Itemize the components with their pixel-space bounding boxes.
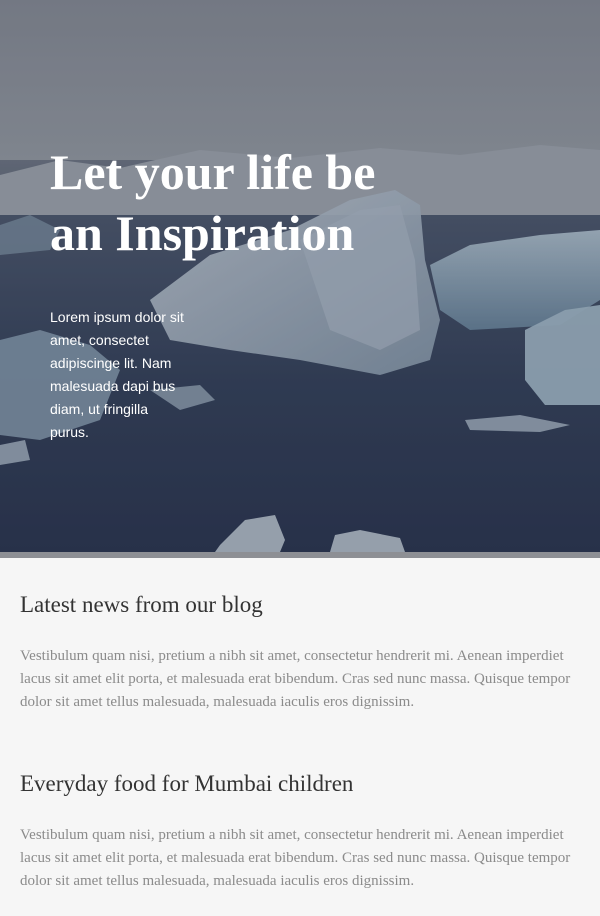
blog-post: Latest news from our blog Vestibulum qua… [20, 590, 580, 714]
hero-title-line2: an Inspiration [50, 205, 355, 261]
blog-post-excerpt: Vestibulum quam nisi, pretium a nibh sit… [20, 827, 571, 889]
blog-post-excerpt: Vestibulum quam nisi, pretium a nibh sit… [20, 648, 571, 710]
hero-description: Lorem ipsum dolor sit amet, consectet ad… [50, 309, 184, 440]
iceberg-background-image [0, 0, 600, 552]
blog-section: Latest news from our blog Vestibulum qua… [0, 558, 600, 916]
blog-post: Everyday food for Mumbai children Vestib… [20, 769, 580, 893]
hero-title-line1: Let your life be [50, 144, 376, 200]
blog-post-title[interactable]: Everyday food for Mumbai children [20, 769, 580, 799]
blog-post-title[interactable]: Latest news from our blog [20, 590, 580, 620]
hero-title: Let your life be an Inspiration [50, 142, 470, 264]
hero-banner: Let your life be an Inspiration Lorem ips… [0, 0, 600, 552]
